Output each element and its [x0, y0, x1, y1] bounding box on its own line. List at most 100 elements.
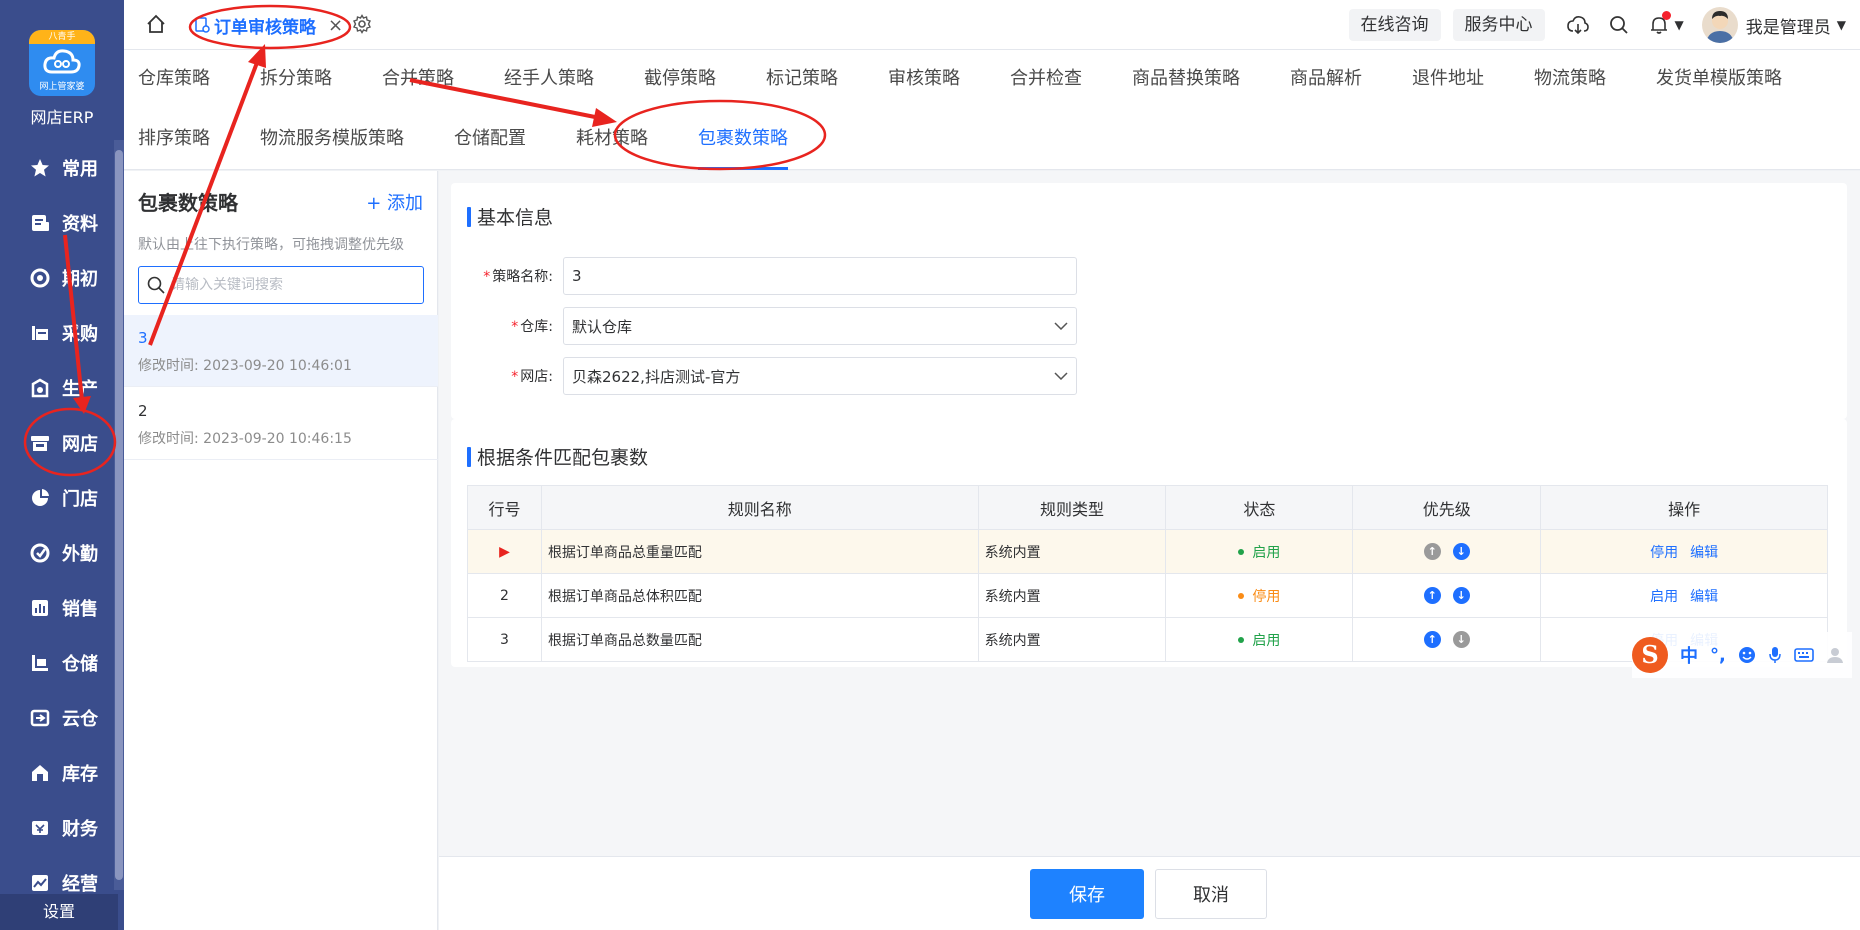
- service-center-button[interactable]: 服务中心: [1452, 9, 1545, 41]
- sidebar-item-finance[interactable]: 财务: [0, 800, 124, 855]
- column-header: 优先级: [1352, 485, 1542, 530]
- tab-order-audit-strategy[interactable]: 订单审核策略 ×: [184, 8, 353, 42]
- strategy-name-field[interactable]: 3: [563, 257, 1077, 295]
- online-consult-button[interactable]: 在线咨询: [1348, 9, 1441, 41]
- sidebar-item-sales[interactable]: 销售: [0, 580, 124, 635]
- sidebar-item-label: 常用: [62, 158, 98, 180]
- search-icon[interactable]: [1609, 15, 1629, 35]
- move-up-icon[interactable]: ↑: [1423, 587, 1441, 604]
- form-row-warehouse: * 仓库: 默认仓库: [451, 307, 1077, 345]
- section-title: 根据条件匹配包裹数: [467, 443, 648, 470]
- microphone-icon[interactable]: [1768, 646, 1782, 664]
- sogou-logo-icon[interactable]: S: [1632, 637, 1668, 673]
- close-icon[interactable]: ×: [328, 15, 343, 36]
- sidebar-item-inventory[interactable]: 库存: [0, 745, 124, 800]
- tab-shipping-template-strategy[interactable]: 发货单模版策略: [1656, 64, 1782, 90]
- move-up-icon[interactable]: ↑: [1423, 543, 1441, 560]
- tab-product-replace-strategy[interactable]: 商品替换策略: [1132, 64, 1240, 90]
- move-down-icon[interactable]: ↓: [1452, 631, 1470, 648]
- tab-product-parse[interactable]: 商品解析: [1290, 64, 1362, 90]
- tab-handler-strategy[interactable]: 经手人策略: [504, 64, 594, 90]
- chevron-down-icon[interactable]: ▼: [1837, 18, 1846, 32]
- cancel-button[interactable]: 取消: [1155, 869, 1267, 919]
- disable-link[interactable]: 停用: [1650, 545, 1678, 561]
- move-up-icon[interactable]: ↑: [1423, 631, 1441, 648]
- strategy-detail: 基本信息 * 策略名称: 3 * 仓库: 默认仓库 * 网店: 贝森2622,抖店测试…: [439, 171, 1860, 930]
- sidebar-item-label: 资料: [62, 213, 98, 235]
- tab-audit-strategy[interactable]: 审核策略: [888, 64, 960, 90]
- tab-logistics-service-template-strategy[interactable]: 物流服务模版策略: [260, 124, 404, 150]
- tab-split-strategy[interactable]: 拆分策略: [260, 64, 332, 90]
- sidebar-item-label: 采购: [62, 323, 98, 345]
- warehouse-select[interactable]: 默认仓库: [563, 307, 1077, 345]
- sidebar-item-shop[interactable]: 网店: [0, 415, 124, 470]
- tab-consumables-strategy[interactable]: 耗材策略: [576, 124, 648, 150]
- tab-sort-strategy[interactable]: 排序策略: [138, 124, 210, 150]
- tab-package-count-strategy[interactable]: 包裹数策略: [698, 124, 788, 170]
- ime-language-toggle[interactable]: 中: [1680, 642, 1698, 668]
- add-strategy-button[interactable]: + 添加: [366, 189, 423, 215]
- strategy-name: 3: [138, 329, 148, 347]
- keyboard-icon[interactable]: [1794, 647, 1814, 663]
- sidebar-item-data[interactable]: 资料: [0, 195, 124, 250]
- sidebar-item-field[interactable]: 外勤: [0, 525, 124, 580]
- search-box[interactable]: [138, 266, 424, 304]
- tab-return-address[interactable]: 退件地址: [1412, 64, 1484, 90]
- notification-dot: [1661, 11, 1671, 20]
- avatar[interactable]: [1701, 7, 1738, 43]
- sidebar-item-warehouse[interactable]: 仓储: [0, 635, 124, 690]
- chevron-down-icon[interactable]: ▼: [1675, 18, 1684, 32]
- sidebar-item-store[interactable]: 门店: [0, 470, 124, 525]
- sidebar-item-label: 生产: [62, 378, 98, 400]
- table-row[interactable]: 2 根据订单商品总体积匹配 系统内置 停用 ↑ ↓ 启用 编辑: [467, 573, 1828, 618]
- status-dot: [1238, 592, 1245, 599]
- tab-mark-strategy[interactable]: 标记策略: [766, 64, 838, 90]
- home-icon[interactable]: [146, 14, 166, 38]
- column-header: 规则类型: [977, 485, 1167, 530]
- move-down-icon[interactable]: ↓: [1452, 587, 1470, 604]
- production-icon: [30, 378, 50, 398]
- sidebar-item-production[interactable]: 生产: [0, 360, 124, 415]
- edit-link[interactable]: 编辑: [1690, 589, 1718, 605]
- sidebar-item-cloud-warehouse[interactable]: 云仓: [0, 690, 124, 745]
- tab-warehouse-strategy[interactable]: 仓库策略: [138, 64, 210, 90]
- strategy-list-panel: 包裹数策略 + 添加 默认由上往下执行策略，可拖拽调整优先级 3 修改时间: 2…: [124, 171, 438, 930]
- gear-icon[interactable]: [352, 14, 372, 38]
- tab-merge-check[interactable]: 合并检查: [1010, 64, 1082, 90]
- sidebar-item-opening[interactable]: 期初: [0, 250, 124, 305]
- bell-icon[interactable]: [1649, 11, 1671, 35]
- ime-punctuation-toggle[interactable]: °,: [1710, 645, 1726, 666]
- search-icon: [147, 276, 165, 294]
- table-row[interactable]: 3 根据订单商品总数量匹配 系统内置 启用 ↑↓ 停用编辑: [467, 617, 1828, 662]
- tab-storage-config[interactable]: 仓储配置: [454, 124, 526, 150]
- sidebar-item-label: 网店: [62, 433, 98, 455]
- strategy-list-item[interactable]: 3 修改时间: 2023-09-20 10:46:01: [124, 315, 438, 387]
- status-badge: 启用: [1238, 542, 1280, 562]
- strategy-list-item[interactable]: 2 修改时间: 2023-09-20 10:46:15: [124, 388, 438, 460]
- rule-type: 系统内置: [977, 573, 1167, 618]
- enable-link[interactable]: 启用: [1650, 589, 1678, 605]
- settings-button[interactable]: 设置: [0, 894, 118, 930]
- sidebar-item-common[interactable]: 常用: [0, 140, 124, 195]
- tab-intercept-strategy[interactable]: 截停策略: [644, 64, 716, 90]
- edit-link[interactable]: 编辑: [1690, 545, 1718, 561]
- app-logo-block[interactable]: 八青手 网上管家婆 网店ERP: [0, 30, 124, 128]
- tab-merge-strategy[interactable]: 合并策略: [382, 64, 454, 90]
- save-button[interactable]: 保存: [1030, 869, 1144, 919]
- user-icon[interactable]: [1826, 646, 1844, 664]
- cloud-download-icon[interactable]: [1566, 15, 1589, 35]
- strategy-tabs-row-2: 排序策略 物流服务模版策略 仓储配置 耗材策略 包裹数策略: [138, 110, 838, 170]
- sidebar-item-purchase[interactable]: 采购: [0, 305, 124, 360]
- sidebar-item-label: 财务: [62, 818, 98, 840]
- move-down-icon[interactable]: ↓: [1452, 543, 1470, 560]
- app-logo: 八青手 网上管家婆: [29, 30, 95, 96]
- shop-select[interactable]: 贝森2622,抖店测试-官方: [563, 357, 1077, 395]
- tab-logistics-strategy[interactable]: 物流策略: [1534, 64, 1606, 90]
- finance-icon: [30, 818, 50, 838]
- table-row[interactable]: ▶ 根据订单商品总重量匹配 系统内置 启用 ↑ ↓ 停用 编辑: [467, 529, 1828, 574]
- top-right-actions: 在线咨询 服务中心 ▼ 我是管理员 ▼: [1348, 0, 1860, 50]
- search-input[interactable]: [171, 277, 411, 293]
- status-text: 启用: [1252, 632, 1281, 649]
- user-name[interactable]: 我是管理员: [1746, 13, 1831, 38]
- emoji-icon[interactable]: [1738, 646, 1756, 664]
